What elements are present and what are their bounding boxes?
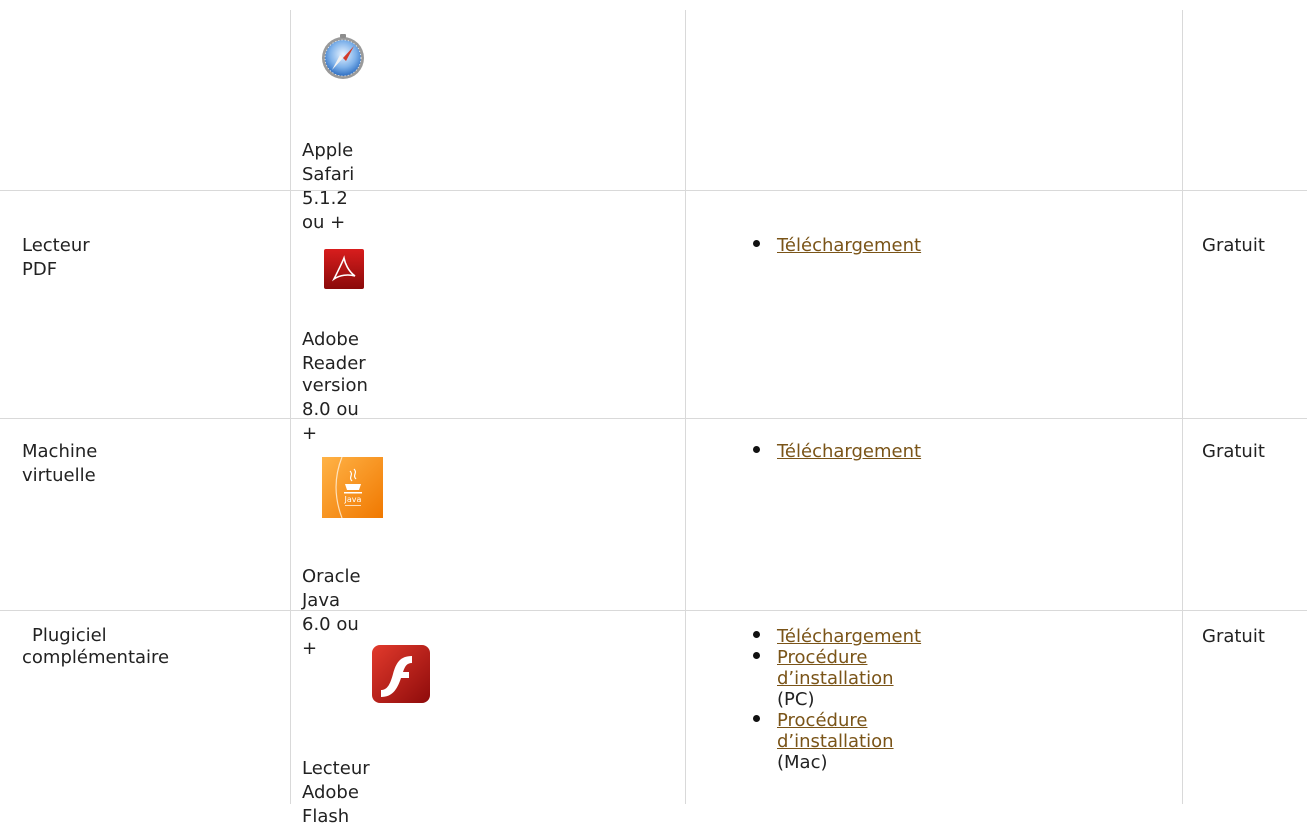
install-procedure-pc-link[interactable]: Procédure d’installation <box>777 647 894 689</box>
column-divider <box>685 10 686 804</box>
column-divider <box>1182 10 1183 804</box>
category-line: complémentaire <box>22 647 170 668</box>
download-link[interactable]: Téléchargement <box>777 626 921 647</box>
download-links: Téléchargement Procédure d’installation … <box>752 626 921 773</box>
safari-compass-icon <box>318 32 368 82</box>
list-item: Procédure d’installation (Mac) <box>752 710 921 773</box>
software-name: Oracle Java 6.0 ou + <box>302 566 361 659</box>
platform-label: (Mac) <box>777 752 828 773</box>
software-version: version 8.0 ou + <box>302 375 368 444</box>
install-procedure-mac-link[interactable]: Procédure d’installation <box>777 710 894 752</box>
adobe-reader-icon <box>324 249 364 289</box>
software-requirements-table: Apple Safari 5.1.2 ou + Lecteur PDF Adob… <box>0 0 1307 827</box>
software-name: Adobe Reader <box>302 329 366 374</box>
java-icon: Java <box>322 456 383 519</box>
column-divider <box>290 10 291 804</box>
list-item: Téléchargement <box>752 235 921 256</box>
download-links: Téléchargement <box>752 235 921 256</box>
price-label: Gratuit <box>1202 626 1265 647</box>
software-name: Lecteur Adobe Flash <box>302 758 370 827</box>
list-item: Téléchargement <box>752 626 921 647</box>
category-label: Lecteur PDF <box>22 235 90 280</box>
category-label: Plugiciel complémentaire <box>22 625 169 669</box>
download-link[interactable]: Téléchargement <box>777 441 921 462</box>
svg-text:Java: Java <box>344 495 362 504</box>
platform-label: (PC) <box>777 689 815 710</box>
download-link[interactable]: Téléchargement <box>777 235 921 256</box>
price-label: Gratuit <box>1202 441 1265 462</box>
adobe-flash-icon <box>372 645 430 703</box>
row-divider <box>0 610 1307 611</box>
list-item: Procédure d’installation (PC) <box>752 647 921 710</box>
row-divider <box>0 190 1307 191</box>
category-label: Machine virtuelle <box>22 441 98 486</box>
row-divider <box>0 418 1307 419</box>
download-links: Téléchargement <box>752 441 921 462</box>
software-name: Apple Safari 5.1.2 ou + <box>302 140 355 233</box>
category-line: Plugiciel <box>32 625 107 646</box>
list-item: Téléchargement <box>752 441 921 462</box>
price-label: Gratuit <box>1202 235 1265 256</box>
